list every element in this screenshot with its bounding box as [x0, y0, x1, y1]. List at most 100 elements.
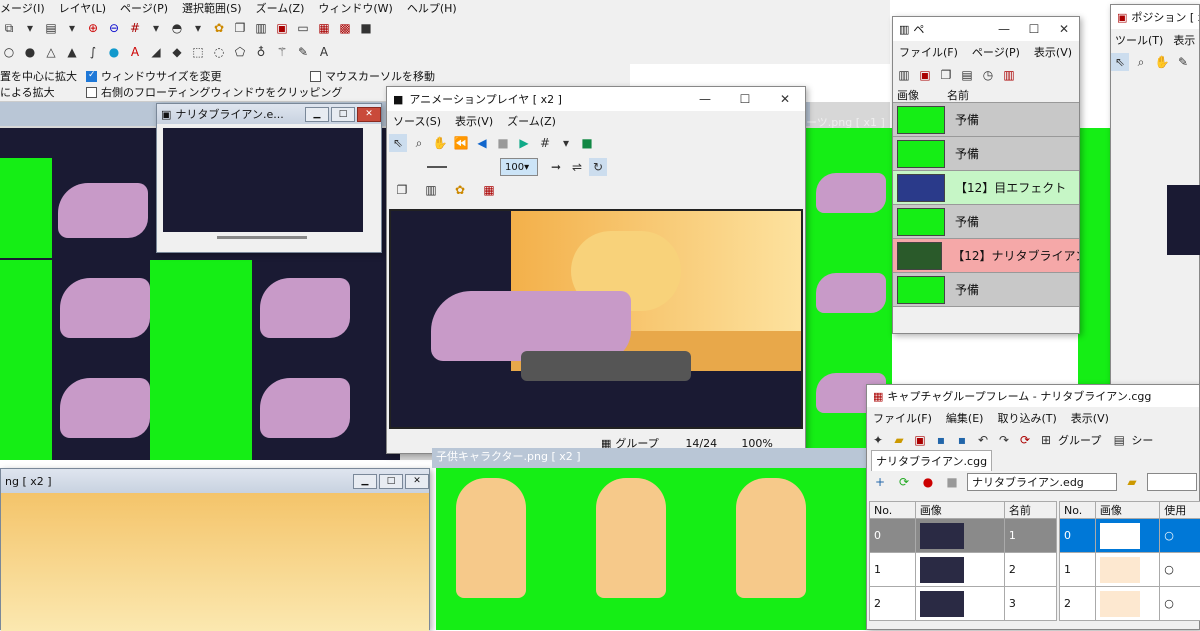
- redo-icon[interactable]: ↷: [995, 431, 1013, 449]
- camera-icon[interactable]: ■: [357, 19, 375, 37]
- menu-help[interactable]: ヘルプ(H): [407, 0, 457, 16]
- player-canvas[interactable]: [389, 209, 803, 429]
- cursor-icon[interactable]: ⇖: [389, 134, 407, 152]
- book-icon[interactable]: ▥: [422, 181, 440, 199]
- minimize-button[interactable]: —: [989, 17, 1019, 41]
- checkbox-clip-floating[interactable]: [86, 87, 97, 98]
- zoom-in-icon[interactable]: ⊕: [84, 19, 102, 37]
- layers-icon[interactable]: ❐: [393, 181, 411, 199]
- save-all-icon[interactable]: ▪: [953, 431, 971, 449]
- reload-icon[interactable]: ⟳: [1016, 431, 1034, 449]
- stop-icon[interactable]: ■: [494, 134, 512, 152]
- menu-file[interactable]: ファイル(F): [873, 410, 932, 426]
- window-icon[interactable]: ▭: [294, 19, 312, 37]
- cell-use[interactable]: ○: [1160, 553, 1200, 587]
- dropdown-icon[interactable]: ▾: [147, 19, 165, 37]
- table-row[interactable]: 01: [870, 519, 1057, 553]
- layers-icon[interactable]: ❐: [231, 19, 249, 37]
- pen-icon[interactable]: ✎: [1174, 53, 1192, 71]
- close-button[interactable]: ✕: [765, 87, 805, 111]
- save-icon[interactable]: ▪: [932, 431, 950, 449]
- circle-outline-icon[interactable]: ○: [0, 43, 18, 61]
- maximize-button[interactable]: ☐: [1019, 17, 1049, 41]
- grid-icon[interactable]: #: [536, 134, 554, 152]
- child-canvas[interactable]: [436, 468, 868, 630]
- palette-icon[interactable]: ✿: [451, 181, 469, 199]
- extra-field[interactable]: [1147, 473, 1197, 491]
- layer-row[interactable]: 【12】ナリタブライアン: [893, 239, 1079, 273]
- hand-icon[interactable]: ✋: [1153, 53, 1171, 71]
- table-row[interactable]: 0○: [1060, 519, 1200, 553]
- zoom-out-icon[interactable]: ⊖: [105, 19, 123, 37]
- option-zoom-by[interactable]: による拡大: [0, 84, 55, 100]
- scrollbar[interactable]: [217, 236, 307, 239]
- polygon-fill-icon[interactable]: ▲: [63, 43, 81, 61]
- menu-zoom[interactable]: ズーム(Z): [507, 113, 556, 129]
- maximize-button[interactable]: ☐: [725, 87, 765, 111]
- option-center-zoom[interactable]: 置を中心に拡大: [0, 68, 77, 84]
- rewind-icon[interactable]: ⏪: [452, 134, 470, 152]
- text-icon[interactable]: A: [126, 43, 144, 61]
- magnifier-icon[interactable]: ⌕: [1132, 53, 1150, 71]
- pingpong-icon[interactable]: ⇌: [568, 158, 586, 176]
- position-canvas[interactable]: [1167, 185, 1200, 255]
- cursor-icon[interactable]: ⇖: [1111, 53, 1129, 71]
- layer-row[interactable]: 予備: [893, 137, 1079, 171]
- onion-icon[interactable]: ◓: [168, 19, 186, 37]
- ellipse-select-icon[interactable]: ◌: [210, 43, 228, 61]
- palette-icon[interactable]: ✿: [210, 19, 228, 37]
- checkbox-move-cursor[interactable]: [310, 71, 321, 82]
- close-file-icon[interactable]: ▣: [911, 431, 929, 449]
- magnifier-icon[interactable]: ⌕: [410, 134, 428, 152]
- menu-window[interactable]: ウィンドウ(W): [318, 0, 392, 16]
- browse-icon[interactable]: ▰: [1123, 473, 1141, 491]
- copy-page-icon[interactable]: ❐: [937, 66, 955, 84]
- layer-row[interactable]: 予備: [893, 273, 1079, 307]
- minimize-button[interactable]: ▁: [353, 474, 377, 489]
- menu-import[interactable]: 取り込み(T): [997, 410, 1056, 426]
- cell-use[interactable]: ○: [1160, 587, 1200, 621]
- bg-canvas[interactable]: [1, 493, 429, 631]
- dropdown-icon[interactable]: ▾: [557, 134, 575, 152]
- menu-zoom[interactable]: ズーム(Z): [256, 0, 305, 16]
- circle-fill-icon[interactable]: ●: [21, 43, 39, 61]
- layer-row[interactable]: 予備: [893, 205, 1079, 239]
- dropdown-icon[interactable]: ▾: [21, 19, 39, 37]
- table-row[interactable]: 23: [870, 587, 1057, 621]
- play-icon[interactable]: ▶: [515, 134, 533, 152]
- fill-icon[interactable]: ◢: [147, 43, 165, 61]
- menu-layer[interactable]: レイヤ(L): [59, 0, 106, 16]
- lasso-icon[interactable]: ⬠: [231, 43, 249, 61]
- timer-icon[interactable]: ◷: [979, 66, 997, 84]
- menu-selection[interactable]: 選択範囲(S): [182, 0, 242, 16]
- minimize-button[interactable]: ▁: [305, 107, 329, 122]
- arrow-right-icon[interactable]: ➞: [547, 158, 565, 176]
- grid-icon[interactable]: #: [126, 19, 144, 37]
- paste-icon[interactable]: ▤: [42, 19, 60, 37]
- undo-icon[interactable]: ↶: [974, 431, 992, 449]
- hand-icon[interactable]: ✋: [431, 134, 449, 152]
- maximize-button[interactable]: □: [331, 107, 355, 122]
- book-icon[interactable]: ▥: [252, 19, 270, 37]
- delete-page-icon[interactable]: ▣: [916, 66, 934, 84]
- loop-icon[interactable]: ↻: [589, 158, 607, 176]
- step-back-icon[interactable]: ◀: [473, 134, 491, 152]
- file-tab[interactable]: ナリタブライアン.cgg: [871, 450, 992, 471]
- close-button[interactable]: ✕: [405, 474, 429, 489]
- polygon-outline-icon[interactable]: △: [42, 43, 60, 61]
- dropdown-icon[interactable]: ▾: [189, 19, 207, 37]
- close-button[interactable]: ✕: [357, 107, 381, 122]
- sub-window-canvas[interactable]: [163, 128, 363, 232]
- pen-icon[interactable]: ✎: [294, 43, 312, 61]
- table-row[interactable]: 12: [870, 553, 1057, 587]
- menu-source[interactable]: ソース(S): [393, 113, 441, 129]
- menu-file[interactable]: ファイル(F): [899, 44, 958, 60]
- menu-tool[interactable]: ツール(T): [1115, 32, 1163, 48]
- menu-view[interactable]: 表示(V): [1071, 410, 1109, 426]
- edg-dropdown[interactable]: ナリタブライアン.edg: [967, 473, 1117, 491]
- menu-view[interactable]: 表示(V): [455, 113, 493, 129]
- rect-select-icon[interactable]: ⬚: [189, 43, 207, 61]
- add-icon[interactable]: +: [871, 473, 889, 491]
- lasso-free-icon[interactable]: ♁: [252, 43, 270, 61]
- table-row[interactable]: 2○: [1060, 587, 1200, 621]
